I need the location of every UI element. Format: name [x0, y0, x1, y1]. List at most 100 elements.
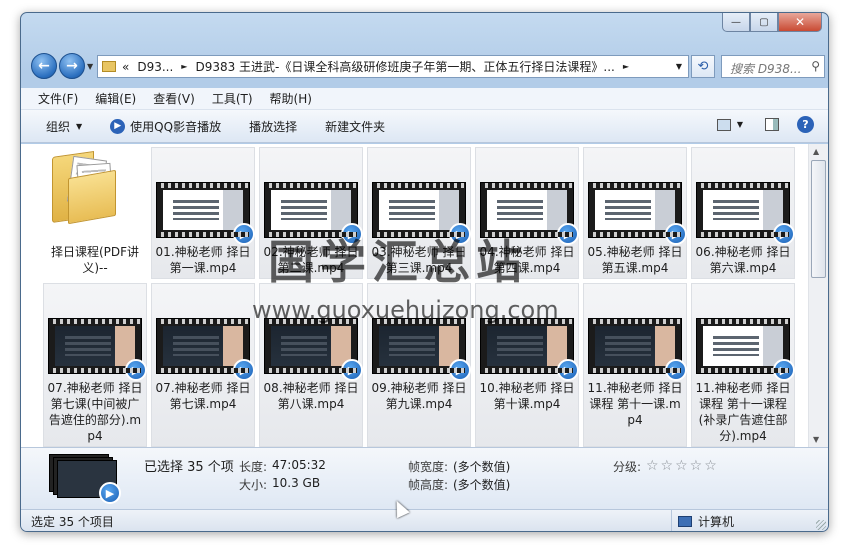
- file-name-label: 07.神秘老师 择日第七课(中间被广告遮住的部分).mp4: [47, 381, 143, 443]
- file-name-label: 06.神秘老师 择日第六课.mp4: [695, 245, 791, 275]
- play-badge-icon: ▶: [665, 359, 687, 381]
- breadcrumb-item[interactable]: D93...: [137, 60, 173, 74]
- video-thumbnail: ▶: [480, 318, 579, 381]
- view-dropdown-icon[interactable]: ▼: [737, 120, 743, 129]
- address-bar[interactable]: « D93... ► D9383 王进武-《日课全科高级研修班庚子年第一期、正体…: [97, 55, 689, 78]
- video-file-item[interactable]: ▶ 06.神秘老师 择日第六课.mp4: [691, 147, 795, 279]
- video-file-item[interactable]: ▶ 11.神秘老师 择日课程 第十一课程(补录广告遮住部分).mp4: [691, 283, 795, 447]
- file-name-label: 08.神秘老师 择日第八课.mp4: [263, 381, 359, 411]
- menu-tools[interactable]: 工具(T): [212, 90, 253, 107]
- scroll-down-icon[interactable]: ▼: [813, 435, 819, 444]
- video-file-item[interactable]: ▶ 05.神秘老师 择日第五课.mp4: [583, 147, 687, 279]
- video-file-item[interactable]: ▶ 01.神秘老师 择日第一课.mp4: [151, 147, 255, 279]
- play-selection-label: 播放选择: [249, 119, 298, 134]
- file-name-label: 择日课程(PDF讲义)--: [50, 245, 140, 275]
- watermark-url: www.guoxuehuizong.com: [252, 296, 559, 324]
- video-thumbnail: ▶: [48, 318, 147, 381]
- length-value: 47:05:32: [272, 458, 326, 472]
- size-label: 大小:: [239, 478, 268, 492]
- back-button[interactable]: ←: [31, 53, 57, 79]
- navigation-bar: ← → ▼ « D93... ► D9383 王进武-《日课全科高级研修班庚子年…: [27, 53, 825, 81]
- help-icon[interactable]: ?: [797, 116, 814, 133]
- vertical-scrollbar[interactable]: ▲ ▼: [808, 144, 828, 447]
- video-thumbnail: ▶: [588, 182, 687, 245]
- command-bar: 组织 ▼ ▶ 使用QQ影音播放 播放选择 新建文件夹 ▼ ?: [21, 110, 828, 143]
- play-badge-icon: ▶: [233, 359, 255, 381]
- frame-height-label: 帧高度:: [408, 478, 449, 492]
- video-thumbnail: ▶: [588, 318, 687, 381]
- menu-help[interactable]: 帮助(H): [270, 90, 312, 107]
- address-dropdown-icon[interactable]: ▼: [676, 62, 682, 71]
- video-file-item[interactable]: ▶ 07.神秘老师 择日第七课(中间被广告遮住的部分).mp4: [43, 283, 147, 447]
- caption-buttons: — ▢ ✕: [722, 13, 822, 33]
- menu-view[interactable]: 查看(V): [153, 90, 195, 107]
- size-value: 10.3 GB: [272, 476, 321, 490]
- close-button[interactable]: ✕: [778, 13, 822, 32]
- length-label: 长度:: [239, 460, 268, 474]
- video-file-item[interactable]: ▶ 07.神秘老师 择日第七课.mp4: [151, 283, 255, 447]
- selection-preview-icon: ▶: [49, 454, 121, 504]
- search-input[interactable]: 搜索 D938... ⚲: [721, 55, 825, 78]
- recent-pages-dropdown-icon[interactable]: ▼: [87, 62, 93, 71]
- details-pane: ▶ 已选择 35 个项 长度: 47:05:32 大小: 10.3 GB 帧宽度…: [21, 447, 828, 509]
- frame-width-label: 帧宽度:: [408, 460, 449, 474]
- file-name-label: 05.神秘老师 择日第五课.mp4: [587, 245, 683, 275]
- refresh-button[interactable]: ⟲: [691, 55, 715, 78]
- play-badge-icon: ▶: [665, 223, 687, 245]
- folder-icon: [102, 61, 116, 72]
- breadcrumb-separator-icon[interactable]: ►: [181, 62, 187, 71]
- resize-grip[interactable]: [816, 520, 826, 530]
- video-file-item[interactable]: ▶ 11.神秘老师 择日课程 第十一课.mp4: [583, 283, 687, 447]
- file-name-label: 10.神秘老师 择日第十课.mp4: [479, 381, 575, 411]
- video-thumbnail: ▶: [696, 182, 795, 245]
- rating-label: 分级:: [613, 460, 642, 474]
- play-badge-icon: ▶: [233, 223, 255, 245]
- play-badge-icon: ▶: [99, 482, 121, 504]
- file-name-label: 01.神秘老师 择日第一课.mp4: [155, 245, 251, 275]
- play-badge-icon: ▶: [557, 223, 579, 245]
- new-folder-label: 新建文件夹: [325, 119, 386, 134]
- video-thumbnail: ▶: [696, 318, 795, 381]
- video-thumbnail: ▶: [372, 318, 471, 381]
- file-name-label: 07.神秘老师 择日第七课.mp4: [155, 381, 251, 411]
- minimize-button[interactable]: —: [722, 13, 750, 32]
- chevron-down-icon: ▼: [76, 121, 83, 131]
- play-badge-icon: ▶: [449, 359, 471, 381]
- video-thumbnail: ▶: [264, 318, 363, 381]
- play-badge-icon: ▶: [773, 223, 795, 245]
- maximize-button[interactable]: ▢: [750, 13, 778, 32]
- folder-item[interactable]: 择日课程(PDF讲义)--: [43, 147, 147, 279]
- play-with-qq-button[interactable]: ▶ 使用QQ影音播放: [110, 118, 221, 135]
- watermark-title: 国学汇总站: [268, 235, 528, 289]
- breadcrumb-overflow[interactable]: «: [122, 60, 129, 74]
- file-name-label: 11.神秘老师 择日课程 第十一课.mp4: [587, 381, 683, 427]
- organize-button[interactable]: 组织 ▼: [46, 118, 82, 135]
- file-name-label: 09.神秘老师 择日第九课.mp4: [371, 381, 467, 411]
- breadcrumb-item-current[interactable]: D9383 王进武-《日课全科高级研修班庚子年第一期、正体五行择日法课程》...: [195, 58, 614, 75]
- scrollbar-thumb[interactable]: [811, 160, 826, 278]
- forward-button[interactable]: →: [59, 53, 85, 79]
- view-controls: ▼ ?: [716, 116, 814, 133]
- menu-edit[interactable]: 编辑(E): [95, 90, 136, 107]
- video-thumbnail: ▶: [156, 182, 255, 245]
- play-badge-icon: ▶: [341, 359, 363, 381]
- frame-width-value: (多个数值): [453, 460, 511, 474]
- play-badge-icon: ▶: [125, 359, 147, 381]
- preview-pane-icon[interactable]: [765, 118, 779, 131]
- video-thumbnail: ▶: [156, 318, 255, 381]
- search-icon[interactable]: ⚲: [811, 59, 820, 73]
- change-view-icon[interactable]: [716, 118, 731, 131]
- play-badge-icon: ▶: [773, 359, 795, 381]
- status-location: 计算机: [671, 510, 734, 531]
- frame-height-value: (多个数值): [453, 478, 511, 492]
- rating-stars[interactable]: ☆☆☆☆☆: [646, 458, 719, 474]
- menu-file[interactable]: 文件(F): [38, 90, 78, 107]
- computer-icon: [678, 516, 692, 527]
- breadcrumb-separator-icon[interactable]: ►: [623, 62, 629, 71]
- play-selection-button[interactable]: 播放选择: [249, 118, 297, 135]
- scroll-up-icon[interactable]: ▲: [813, 147, 819, 156]
- status-selection: 选定 35 个项目: [31, 514, 114, 529]
- qq-player-icon: ▶: [110, 118, 126, 134]
- new-folder-button[interactable]: 新建文件夹: [325, 118, 385, 135]
- play-with-qq-label: 使用QQ影音播放: [130, 119, 222, 134]
